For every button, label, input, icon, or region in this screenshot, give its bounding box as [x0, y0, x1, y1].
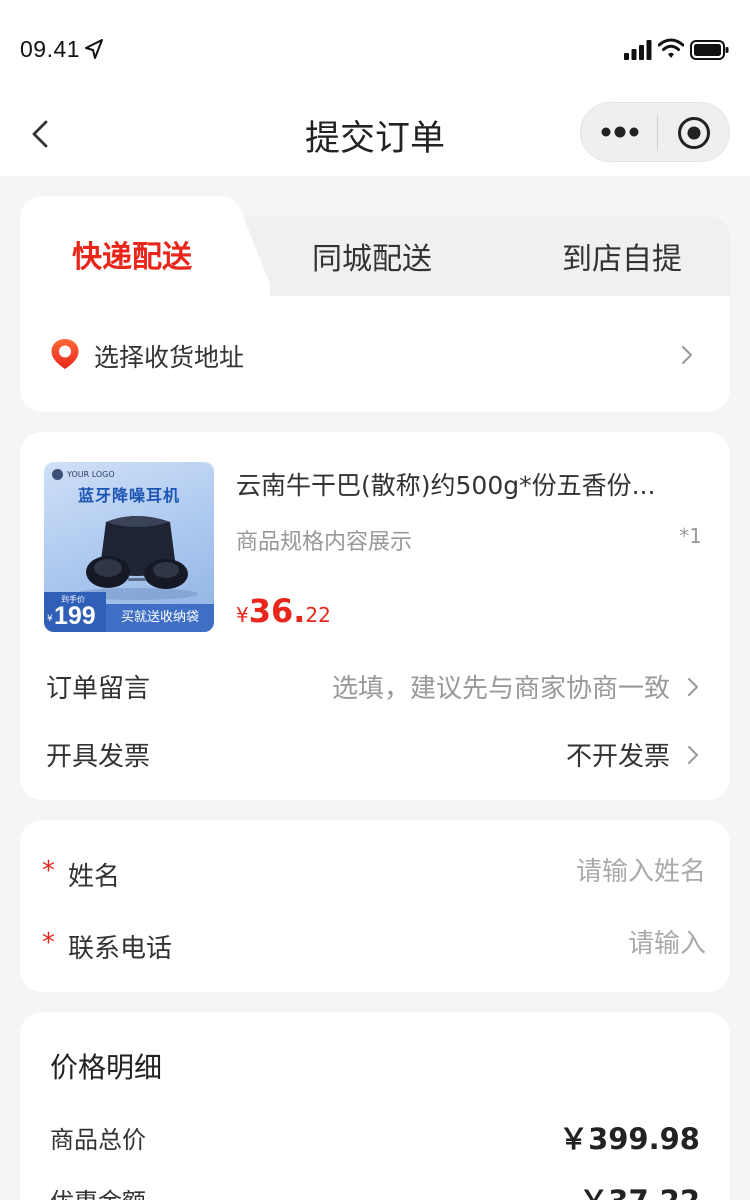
order-message-placeholder: 选填，建议先与商家协商一致 [331, 674, 670, 704]
price-decimal: 22 [305, 603, 331, 627]
earbuds-case-icon [74, 516, 198, 600]
invoice-label: 开具发票 [46, 742, 151, 772]
chevron-right-icon [688, 746, 698, 764]
discount-row: 优惠金额 ￥37.22 [20, 1174, 730, 1200]
thumb-logo: YOUR LOGO [52, 469, 115, 480]
navigation-bar: 提交订单 [0, 96, 750, 176]
status-time: 09.41 [20, 36, 81, 62]
product-price: ¥36.22 [236, 592, 331, 630]
phone-field-row: * 联系电话 [20, 914, 730, 974]
chevron-right-icon [682, 346, 692, 364]
phone-label: 联系电话 [68, 934, 173, 964]
required-mark: * [42, 856, 55, 886]
total-price-value: ￥399.98 [559, 1122, 700, 1156]
product-name[interactable]: 云南牛干巴(散称)约500g*份五香份... [236, 466, 706, 502]
more-dots-icon[interactable] [601, 125, 639, 139]
price-detail-heading: 价格明细 [50, 1051, 163, 1084]
price-integer: 36. [248, 592, 306, 630]
price-currency: ¥ [236, 603, 249, 627]
thumb-promo: 买就送收纳袋 [106, 604, 214, 632]
discount-value: ￥37.22 [579, 1178, 700, 1200]
product-spec: 商品规格内容展示 [236, 530, 413, 555]
tab-express-delivery[interactable]: 快递配送 [72, 232, 192, 276]
order-message-label: 订单留言 [46, 674, 151, 704]
mini-program-capsule [580, 102, 730, 162]
invoice-value: 不开发票 [565, 742, 670, 772]
price-detail-card: 价格明细 商品总价 ￥399.98 优惠金额 ￥37.22 [20, 1012, 730, 1200]
thumb-price-badge: 到手价 ¥ 199 [44, 592, 106, 632]
close-target-icon[interactable] [677, 116, 711, 150]
thumb-logo-text: YOUR LOGO [67, 470, 115, 479]
total-price-label: 商品总价 [50, 1126, 146, 1154]
location-arrow-icon [85, 39, 103, 59]
product-quantity: *1 [679, 524, 702, 548]
order-submit-page: 09.41 提交订单 快递配送 同城配送 到店自提 选择收货地址 YOUR LO… [0, 0, 750, 1200]
tab-same-city-delivery[interactable]: 同城配送 [312, 234, 432, 278]
select-address-row[interactable]: 选择收货地址 [20, 308, 730, 398]
chevron-right-icon [688, 678, 698, 696]
capsule-divider [657, 115, 658, 151]
phone-input[interactable] [406, 924, 706, 964]
name-label: 姓名 [68, 862, 121, 892]
contact-card: * 姓名 * 联系电话 [20, 820, 730, 992]
logo-dot-icon [52, 469, 63, 480]
wifi-icon [658, 38, 684, 58]
status-bar: 09.41 [0, 0, 750, 96]
required-mark: * [42, 928, 55, 958]
name-field-row: * 姓名 [20, 842, 730, 902]
name-input[interactable] [406, 852, 706, 892]
delivery-card: 快递配送 同城配送 到店自提 选择收货地址 [20, 196, 730, 412]
thumb-price-currency: ¥ [47, 614, 53, 624]
total-price-row: 商品总价 ￥399.98 [20, 1112, 730, 1162]
invoice-row[interactable]: 开具发票 不开发票 [20, 722, 730, 782]
product-card: YOUR LOGO 蓝牙降噪耳机 到手价 ¥ 199 买就送收纳袋 云南牛干巴(… [20, 432, 730, 800]
discount-label: 优惠金额 [50, 1182, 146, 1200]
battery-icon [690, 40, 729, 60]
select-address-label: 选择收货地址 [94, 343, 245, 372]
order-message-row[interactable]: 订单留言 选填，建议先与商家协商一致 [20, 654, 730, 714]
product-image[interactable]: YOUR LOGO 蓝牙降噪耳机 到手价 ¥ 199 买就送收纳袋 [44, 462, 214, 632]
thumb-price-value: 199 [54, 602, 96, 630]
location-pin-icon [51, 339, 79, 369]
signal-icon [624, 40, 652, 60]
tab-store-pickup[interactable]: 到店自提 [562, 234, 682, 278]
